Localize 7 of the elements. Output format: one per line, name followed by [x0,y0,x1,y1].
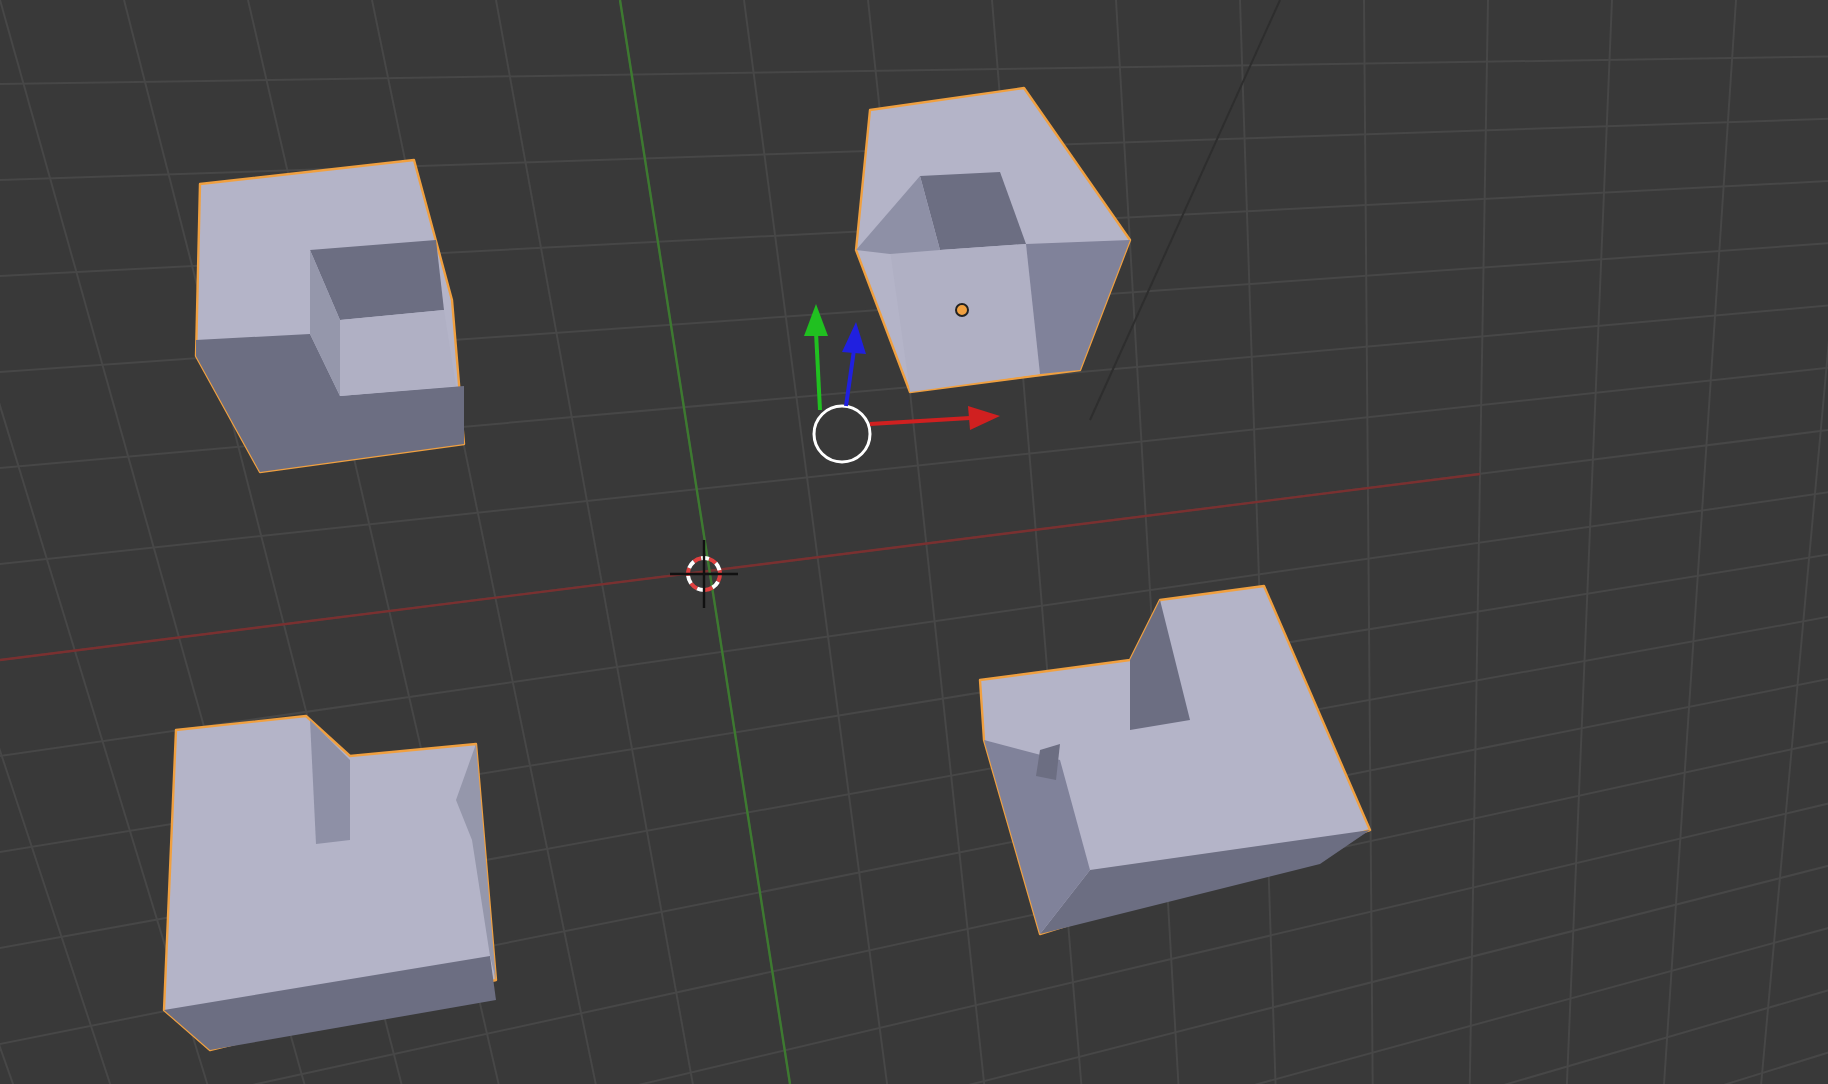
3d-viewport[interactable] [0,0,1828,1084]
cube-object[interactable] [162,714,498,1052]
3d-cursor-icon[interactable] [670,540,738,608]
move-gizmo-icon[interactable] [804,304,1000,464]
cube-object[interactable] [194,158,466,474]
cube-object[interactable] [854,86,1132,394]
cube-object[interactable] [978,584,1372,936]
